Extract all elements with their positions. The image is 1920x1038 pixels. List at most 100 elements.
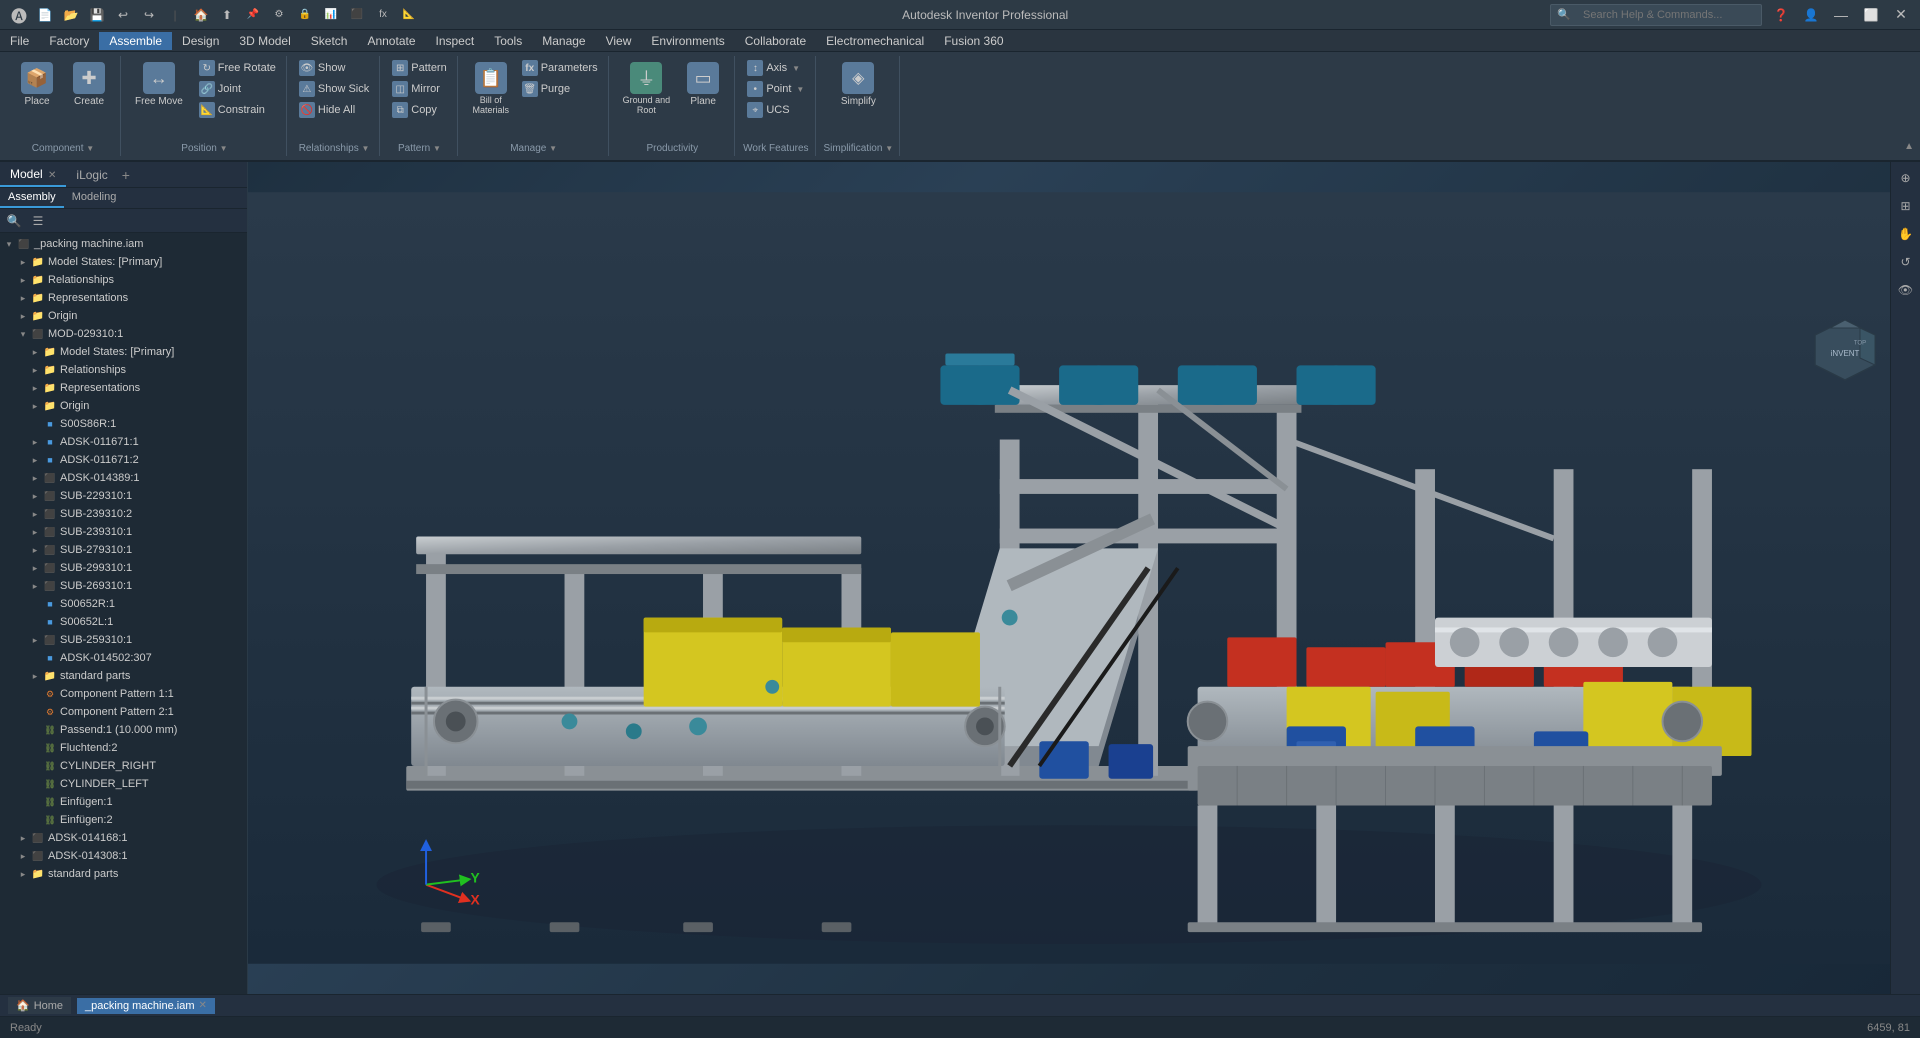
quick2-icon[interactable]: ⚙ bbox=[268, 4, 290, 26]
menu-design[interactable]: Design bbox=[172, 32, 229, 50]
tree-item-representations[interactable]: ▸ 📁 Representations bbox=[0, 289, 247, 307]
joint-button[interactable]: 🔗 Joint bbox=[195, 79, 280, 99]
tree-item-adsk014308[interactable]: ▸ ⬛ ADSK-014308:1 bbox=[0, 847, 247, 865]
menu-inspect[interactable]: Inspect bbox=[426, 32, 485, 50]
tree-expand-sub239310-1[interactable]: ▸ bbox=[28, 525, 42, 539]
menu-assemble[interactable]: Assemble bbox=[99, 32, 172, 50]
free-move-button[interactable]: ↔ Free Move bbox=[129, 58, 189, 112]
menu-electromechanical[interactable]: Electromechanical bbox=[816, 32, 934, 50]
tree-item-sub229310[interactable]: ▸ ⬛ SUB-229310:1 bbox=[0, 487, 247, 505]
ucs-button[interactable]: ⌖ UCS bbox=[743, 100, 808, 120]
quick3-icon[interactable]: 🔒 bbox=[294, 4, 316, 26]
hide-all-button[interactable]: 🚫 Hide All bbox=[295, 100, 373, 120]
tree-item-model-states[interactable]: ▸ 📁 Model States: [Primary] bbox=[0, 253, 247, 271]
point-button[interactable]: • Point ▼ bbox=[743, 79, 808, 99]
tree-expand-mod029310[interactable]: ▾ bbox=[16, 327, 30, 341]
tree-item-einfugen1[interactable]: ▸ ⛓ Einfügen:1 bbox=[0, 793, 247, 811]
search-input[interactable] bbox=[1575, 7, 1755, 23]
menu-factory[interactable]: Factory bbox=[39, 32, 99, 50]
tree-item-fluchtend2[interactable]: ▸ ⛓ Fluchtend:2 bbox=[0, 739, 247, 757]
tree-item-s00652r[interactable]: ▸ ■ S00652R:1 bbox=[0, 595, 247, 613]
minimize-icon[interactable]: — bbox=[1830, 4, 1852, 26]
tab-home[interactable]: 🏠 Home bbox=[8, 997, 71, 1014]
panel-search-icon[interactable]: 🔍 bbox=[4, 211, 24, 231]
tree-item-sub299310[interactable]: ▸ ⬛ SUB-299310:1 bbox=[0, 559, 247, 577]
menu-collaborate[interactable]: Collaborate bbox=[735, 32, 816, 50]
create-button[interactable]: ✚ Create bbox=[64, 58, 114, 112]
pattern-button[interactable]: ⊞ Pattern bbox=[388, 58, 450, 78]
view-cube[interactable]: iNVENT TOP bbox=[1805, 310, 1885, 390]
show-sick-button[interactable]: ⚠ Show Sick bbox=[295, 79, 373, 99]
tree-item-adsk014168[interactable]: ▸ ⬛ ADSK-014168:1 bbox=[0, 829, 247, 847]
quick1-icon[interactable]: 📌 bbox=[242, 4, 264, 26]
tree-item-adsk014502[interactable]: ▸ ■ ADSK-014502:307 bbox=[0, 649, 247, 667]
free-rotate-button[interactable]: ↻ Free Rotate bbox=[195, 58, 280, 78]
viewport-canvas[interactable]: X Y bbox=[248, 162, 1920, 994]
parameters-button[interactable]: fx Parameters bbox=[518, 58, 602, 78]
zoom-all-icon[interactable]: ⊞ bbox=[1894, 194, 1918, 218]
menu-fusion360[interactable]: Fusion 360 bbox=[934, 32, 1013, 50]
tree-item-origin2[interactable]: ▸ 📁 Origin bbox=[0, 397, 247, 415]
tree-item-sub259310[interactable]: ▸ ⬛ SUB-259310:1 bbox=[0, 631, 247, 649]
purge-button[interactable]: 🗑 Purge bbox=[518, 79, 602, 99]
new-file-icon[interactable]: 📄 bbox=[34, 4, 56, 26]
tree-item-einfugen2[interactable]: ▸ ⛓ Einfügen:2 bbox=[0, 811, 247, 829]
menu-file[interactable]: File bbox=[0, 32, 39, 50]
fx-icon[interactable]: fx bbox=[372, 4, 394, 26]
menu-sketch[interactable]: Sketch bbox=[301, 32, 358, 50]
ribbon-collapse-button[interactable]: ▲ bbox=[1904, 141, 1914, 152]
tree-expand-sub239310-2[interactable]: ▸ bbox=[28, 507, 42, 521]
menu-annotate[interactable]: Annotate bbox=[357, 32, 425, 50]
tree-item-comp-pattern2[interactable]: ▸ ⚙ Component Pattern 2:1 bbox=[0, 703, 247, 721]
tree-expand-representations2[interactable]: ▸ bbox=[28, 381, 42, 395]
help-icon[interactable]: ❓ bbox=[1770, 4, 1792, 26]
copy-button[interactable]: ⧉ Copy bbox=[388, 100, 450, 120]
place-button[interactable]: 📦 Place bbox=[12, 58, 62, 112]
rotate-icon[interactable]: ↺ bbox=[1894, 250, 1918, 274]
quick6-icon[interactable]: 📐 bbox=[398, 4, 420, 26]
tree-item-s00652l[interactable]: ▸ ■ S00652L:1 bbox=[0, 613, 247, 631]
menu-view[interactable]: View bbox=[596, 32, 642, 50]
quick4-icon[interactable]: 📊 bbox=[320, 4, 342, 26]
viewport[interactable]: X Y bbox=[248, 162, 1920, 994]
tree-item-passend1[interactable]: ▸ ⛓ Passend:1 (10.000 mm) bbox=[0, 721, 247, 739]
tab-packing-machine[interactable]: _packing machine.iam ✕ bbox=[77, 998, 215, 1014]
menu-3dmodel[interactable]: 3D Model bbox=[229, 32, 300, 50]
tree-expand-representations[interactable]: ▸ bbox=[16, 291, 30, 305]
plane-button[interactable]: ▭ Plane bbox=[678, 58, 728, 112]
panel-tab-ilogic[interactable]: iLogic bbox=[66, 164, 117, 186]
close-icon[interactable]: ✕ bbox=[1890, 4, 1912, 26]
tree-expand-adsk014168[interactable]: ▸ bbox=[16, 831, 30, 845]
bom-button[interactable]: 📋 Bill ofMaterials bbox=[466, 58, 516, 120]
tree-expand-adsk011671-2[interactable]: ▸ bbox=[28, 453, 42, 467]
mirror-button[interactable]: ◫ Mirror bbox=[388, 79, 450, 99]
tree-expand-model-states2[interactable]: ▸ bbox=[28, 345, 42, 359]
home-icon[interactable]: 🏠 bbox=[190, 4, 212, 26]
tree-expand-relationships[interactable]: ▸ bbox=[16, 273, 30, 287]
menu-tools[interactable]: Tools bbox=[484, 32, 532, 50]
tree-item-cylinder-left[interactable]: ▸ ⛓ CYLINDER_LEFT bbox=[0, 775, 247, 793]
tree-item-adsk011671-2[interactable]: ▸ ■ ADSK-011671:2 bbox=[0, 451, 247, 469]
tree-expand-sub259310[interactable]: ▸ bbox=[28, 633, 42, 647]
tree-expand-adsk014308[interactable]: ▸ bbox=[16, 849, 30, 863]
tree-expand-sub269310[interactable]: ▸ bbox=[28, 579, 42, 593]
tree-item-origin[interactable]: ▸ 📁 Origin bbox=[0, 307, 247, 325]
panel-tab-add[interactable]: + bbox=[122, 167, 130, 183]
tree-expand-adsk011671-1[interactable]: ▸ bbox=[28, 435, 42, 449]
tree-item-sub239310-2[interactable]: ▸ ⬛ SUB-239310:2 bbox=[0, 505, 247, 523]
tree-item-standard-parts1[interactable]: ▸ 📁 standard parts bbox=[0, 667, 247, 685]
tree-item-comp-pattern1[interactable]: ▸ ⚙ Component Pattern 1:1 bbox=[0, 685, 247, 703]
ground-root-button[interactable]: ⏚ Ground andRoot bbox=[617, 58, 677, 120]
panel-tab-model[interactable]: Model ✕ bbox=[0, 163, 66, 187]
tree-expand-standard-parts1[interactable]: ▸ bbox=[28, 669, 42, 683]
tree-item-mod029310[interactable]: ▾ ⬛ MOD-029310:1 bbox=[0, 325, 247, 343]
quick5-icon[interactable]: ⬛ bbox=[346, 4, 368, 26]
tree-item-root[interactable]: ▾ ⬛ _packing machine.iam bbox=[0, 235, 247, 253]
tree-expand-relationships2[interactable]: ▸ bbox=[28, 363, 42, 377]
panel-tab-model-close[interactable]: ✕ bbox=[48, 170, 56, 181]
tree-expand-root[interactable]: ▾ bbox=[2, 237, 16, 251]
restore-icon[interactable]: ⬜ bbox=[1860, 4, 1882, 26]
tree-item-relationships2[interactable]: ▸ 📁 Relationships bbox=[0, 361, 247, 379]
panel-menu-icon[interactable]: ☰ bbox=[28, 211, 48, 231]
panel-subtab-modeling[interactable]: Modeling bbox=[64, 188, 125, 208]
